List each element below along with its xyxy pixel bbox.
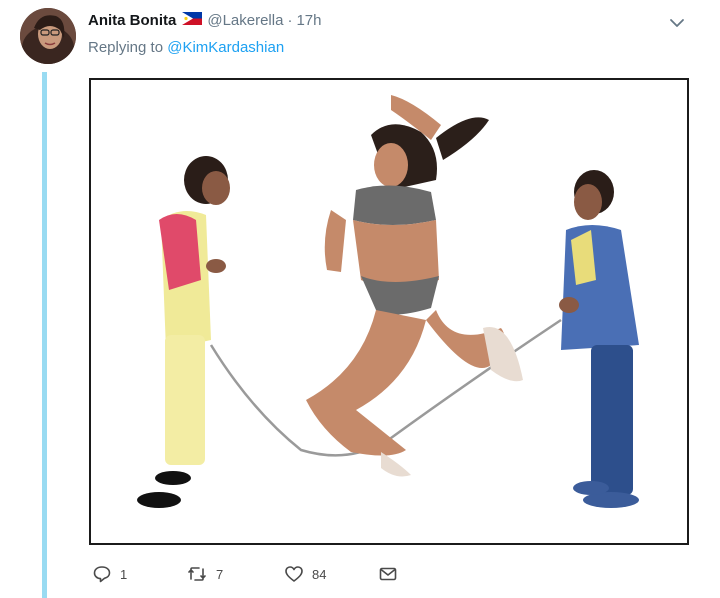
reply-count: 1: [120, 566, 128, 582]
philippines-flag-icon: [182, 12, 203, 30]
chevron-down-icon[interactable]: [668, 14, 686, 32]
direct-message-button[interactable]: [378, 560, 398, 588]
retweet-count: 7: [216, 566, 224, 582]
like-count: 84: [312, 566, 327, 582]
user-handle[interactable]: @Lakerella: [207, 12, 283, 30]
reply-to-link[interactable]: @KimKardashian: [167, 39, 284, 56]
reply-icon: [92, 564, 112, 584]
avatar-image: [20, 8, 76, 64]
retweet-icon: [186, 564, 208, 584]
avatar[interactable]: [20, 8, 76, 64]
timestamp[interactable]: 17h: [296, 12, 321, 30]
replying-to: Replying to @KimKardashian: [88, 38, 284, 58]
reply-prefix: Replying to: [88, 39, 164, 56]
tweet-header: Anita Bonita @Lakerella · 17h: [88, 12, 321, 30]
tweet-media[interactable]: [89, 78, 689, 545]
retweet-button[interactable]: 7: [186, 560, 223, 588]
tweet-actions: 1 7 84: [88, 560, 428, 588]
reply-button[interactable]: 1: [92, 560, 127, 588]
like-button[interactable]: 84: [284, 560, 326, 588]
thread-line: [42, 72, 47, 598]
display-name[interactable]: Anita Bonita: [88, 12, 176, 30]
separator-dot: ·: [287, 12, 293, 29]
envelope-icon: [378, 564, 398, 584]
photo: [91, 80, 687, 543]
heart-icon: [284, 564, 304, 584]
